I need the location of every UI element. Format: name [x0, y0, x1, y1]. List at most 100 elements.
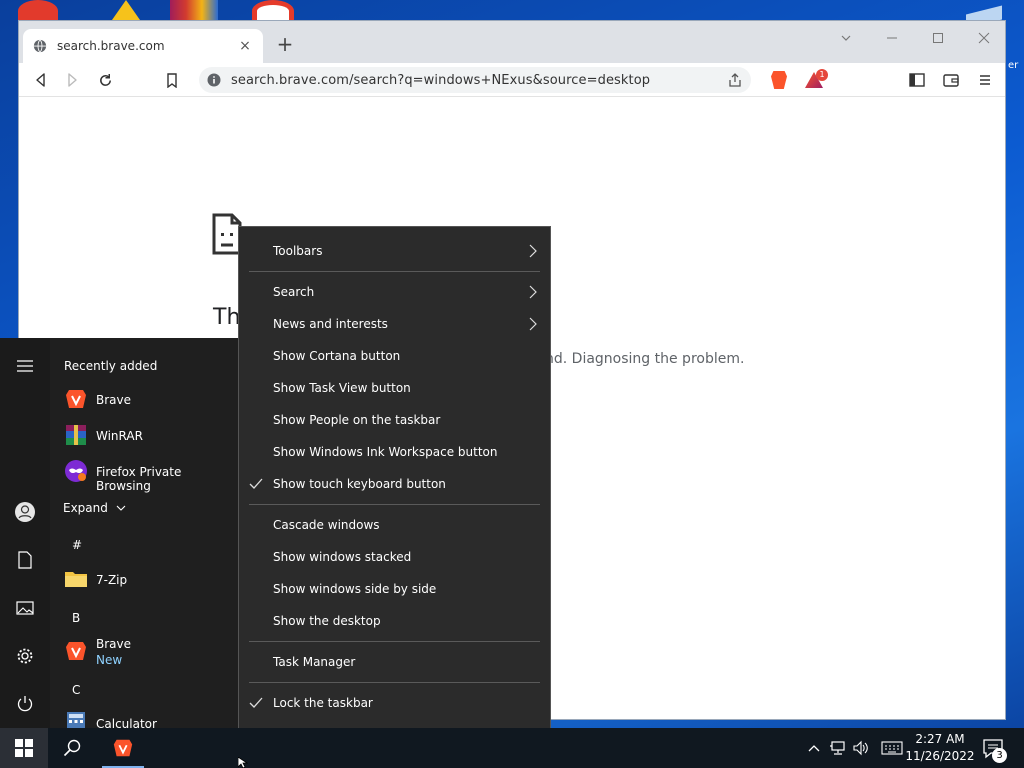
app-brave-new-badge: New	[96, 653, 123, 667]
folder-7zip-icon	[65, 572, 87, 587]
menu-separator	[249, 504, 540, 505]
taskbar-context-menu: Toolbars Search News and interests Show …	[238, 226, 551, 759]
desktop-icon-partial-2[interactable]	[112, 0, 140, 20]
tab-title: search.brave.com	[57, 39, 165, 53]
start-menu: Recently added Brave WinRAR Firefox Priv…	[0, 338, 238, 732]
group-letter-b[interactable]: B	[72, 611, 80, 625]
settings-gear-icon[interactable]	[13, 644, 37, 668]
url-text: search.brave.com/search?q=windows+NExus&…	[231, 72, 651, 88]
menu-item-lock-taskbar[interactable]: Lock the taskbar	[239, 687, 550, 719]
brave-icon	[113, 739, 133, 757]
mouse-cursor-icon	[238, 757, 248, 768]
user-account-icon[interactable]	[13, 500, 37, 524]
menu-label: Show Task View button	[273, 381, 411, 395]
expand-button[interactable]: Expand	[63, 501, 126, 515]
touch-keyboard-icon[interactable]	[880, 738, 904, 758]
close-window-button[interactable]	[969, 27, 999, 53]
menu-label: Show windows side by side	[273, 582, 437, 596]
menu-label: Show Windows Ink Workspace button	[273, 445, 498, 459]
taskbar-clock[interactable]: 2:27 AM 11/26/2022	[904, 731, 976, 765]
menu-label: Lock the taskbar	[273, 696, 373, 710]
group-letter-c[interactable]: C	[72, 683, 80, 697]
menu-item-search[interactable]: Search	[239, 276, 550, 308]
chevron-right-icon	[529, 244, 537, 258]
menu-item-show-desktop[interactable]: Show the desktop	[239, 605, 550, 637]
app-7zip[interactable]: 7-Zip	[96, 573, 127, 587]
expand-label: Expand	[63, 501, 108, 515]
desktop-icon-winrar-partial[interactable]	[170, 0, 218, 20]
show-hidden-icons-chevron-icon[interactable]	[804, 738, 824, 758]
notification-count-badge: 3	[992, 748, 1007, 763]
pictures-icon[interactable]	[13, 596, 37, 620]
menu-item-task-manager[interactable]: Task Manager	[239, 646, 550, 678]
reload-icon[interactable]	[93, 68, 117, 92]
menu-separator	[249, 641, 540, 642]
tab-search-dropdown-icon[interactable]	[831, 27, 861, 53]
menu-item-cascade-windows[interactable]: Cascade windows	[239, 509, 550, 541]
menu-item-toolbars[interactable]: Toolbars	[239, 235, 550, 267]
menu-label: Show Cortana button	[273, 349, 401, 363]
bookmark-icon[interactable]	[160, 68, 184, 92]
app-brave[interactable]: Brave	[96, 637, 131, 651]
tab-close-icon[interactable]: ×	[237, 38, 253, 54]
menu-label: Show touch keyboard button	[273, 477, 446, 491]
checkmark-icon	[249, 697, 263, 708]
maximize-button[interactable]	[923, 27, 953, 53]
documents-icon[interactable]	[13, 548, 37, 572]
desktop-icon-partial-1[interactable]	[18, 0, 58, 22]
power-icon[interactable]	[13, 692, 37, 716]
minimize-button[interactable]	[877, 27, 907, 53]
browser-toolbar: search.brave.com/search?q=windows+NExus&…	[19, 63, 1005, 97]
clock-time: 2:27 AM	[915, 732, 965, 746]
menu-item-show-cortana[interactable]: Show Cortana button	[239, 340, 550, 372]
forward-icon[interactable]	[60, 68, 84, 92]
chevron-down-icon	[116, 505, 126, 511]
start-button[interactable]	[0, 728, 48, 768]
menu-item-windows-side-by-side[interactable]: Show windows side by side	[239, 573, 550, 605]
menu-label: Show People on the taskbar	[273, 413, 441, 427]
recent-app-winrar[interactable]: WinRAR	[96, 429, 143, 443]
start-rail	[0, 338, 50, 730]
error-description: nd. Diagnosing the problem.	[545, 351, 745, 367]
menu-item-show-people[interactable]: Show People on the taskbar	[239, 404, 550, 436]
recent-app-brave[interactable]: Brave	[96, 393, 131, 407]
address-bar[interactable]: search.brave.com/search?q=windows+NExus&…	[199, 67, 751, 93]
taskbar-search-button[interactable]	[48, 728, 96, 768]
menu-item-show-task-view[interactable]: Show Task View button	[239, 372, 550, 404]
back-icon[interactable]	[29, 68, 53, 92]
tab-search-brave[interactable]: search.brave.com ×	[23, 29, 263, 63]
menu-label: Search	[273, 285, 315, 299]
volume-icon[interactable]	[851, 738, 871, 758]
site-info-icon[interactable]	[207, 73, 221, 87]
menu-label: Toolbars	[273, 244, 323, 258]
menu-label: Cascade windows	[273, 518, 380, 532]
menu-label: Show the desktop	[273, 614, 381, 628]
menu-item-show-touch-keyboard[interactable]: Show touch keyboard button	[239, 468, 550, 500]
chevron-right-icon	[529, 317, 537, 331]
winrar-app-icon	[66, 425, 86, 445]
firefox-private-icon	[65, 460, 87, 482]
globe-icon	[33, 39, 47, 53]
recently-added-heading: Recently added	[64, 359, 158, 373]
new-tab-button[interactable]: +	[275, 34, 295, 54]
share-icon[interactable]	[727, 72, 743, 88]
checkmark-icon	[249, 478, 263, 489]
menu-item-windows-stacked[interactable]: Show windows stacked	[239, 541, 550, 573]
chevron-right-icon	[529, 285, 537, 299]
recent-app-firefox-private[interactable]: Firefox Private Browsing	[96, 465, 238, 493]
error-title: Th	[213, 305, 241, 330]
menu-item-news-and-interests[interactable]: News and interests	[239, 308, 550, 340]
desktop-icon-partial-4[interactable]	[252, 0, 294, 22]
sidebar-icon[interactable]	[905, 68, 929, 92]
menu-item-show-ink-workspace[interactable]: Show Windows Ink Workspace button	[239, 436, 550, 468]
menu-label: Task Manager	[273, 655, 356, 669]
wallet-icon[interactable]	[939, 68, 963, 92]
menu-icon[interactable]	[973, 68, 997, 92]
menu-label: Show windows stacked	[273, 550, 412, 564]
brave-shields-icon[interactable]	[771, 71, 787, 89]
taskbar-brave-button[interactable]	[102, 728, 144, 768]
group-letter-hash[interactable]: #	[72, 538, 82, 552]
network-icon[interactable]	[828, 738, 848, 758]
taskbar: 2:27 AM 11/26/2022 3	[0, 728, 1024, 768]
hamburger-icon[interactable]	[13, 354, 37, 378]
